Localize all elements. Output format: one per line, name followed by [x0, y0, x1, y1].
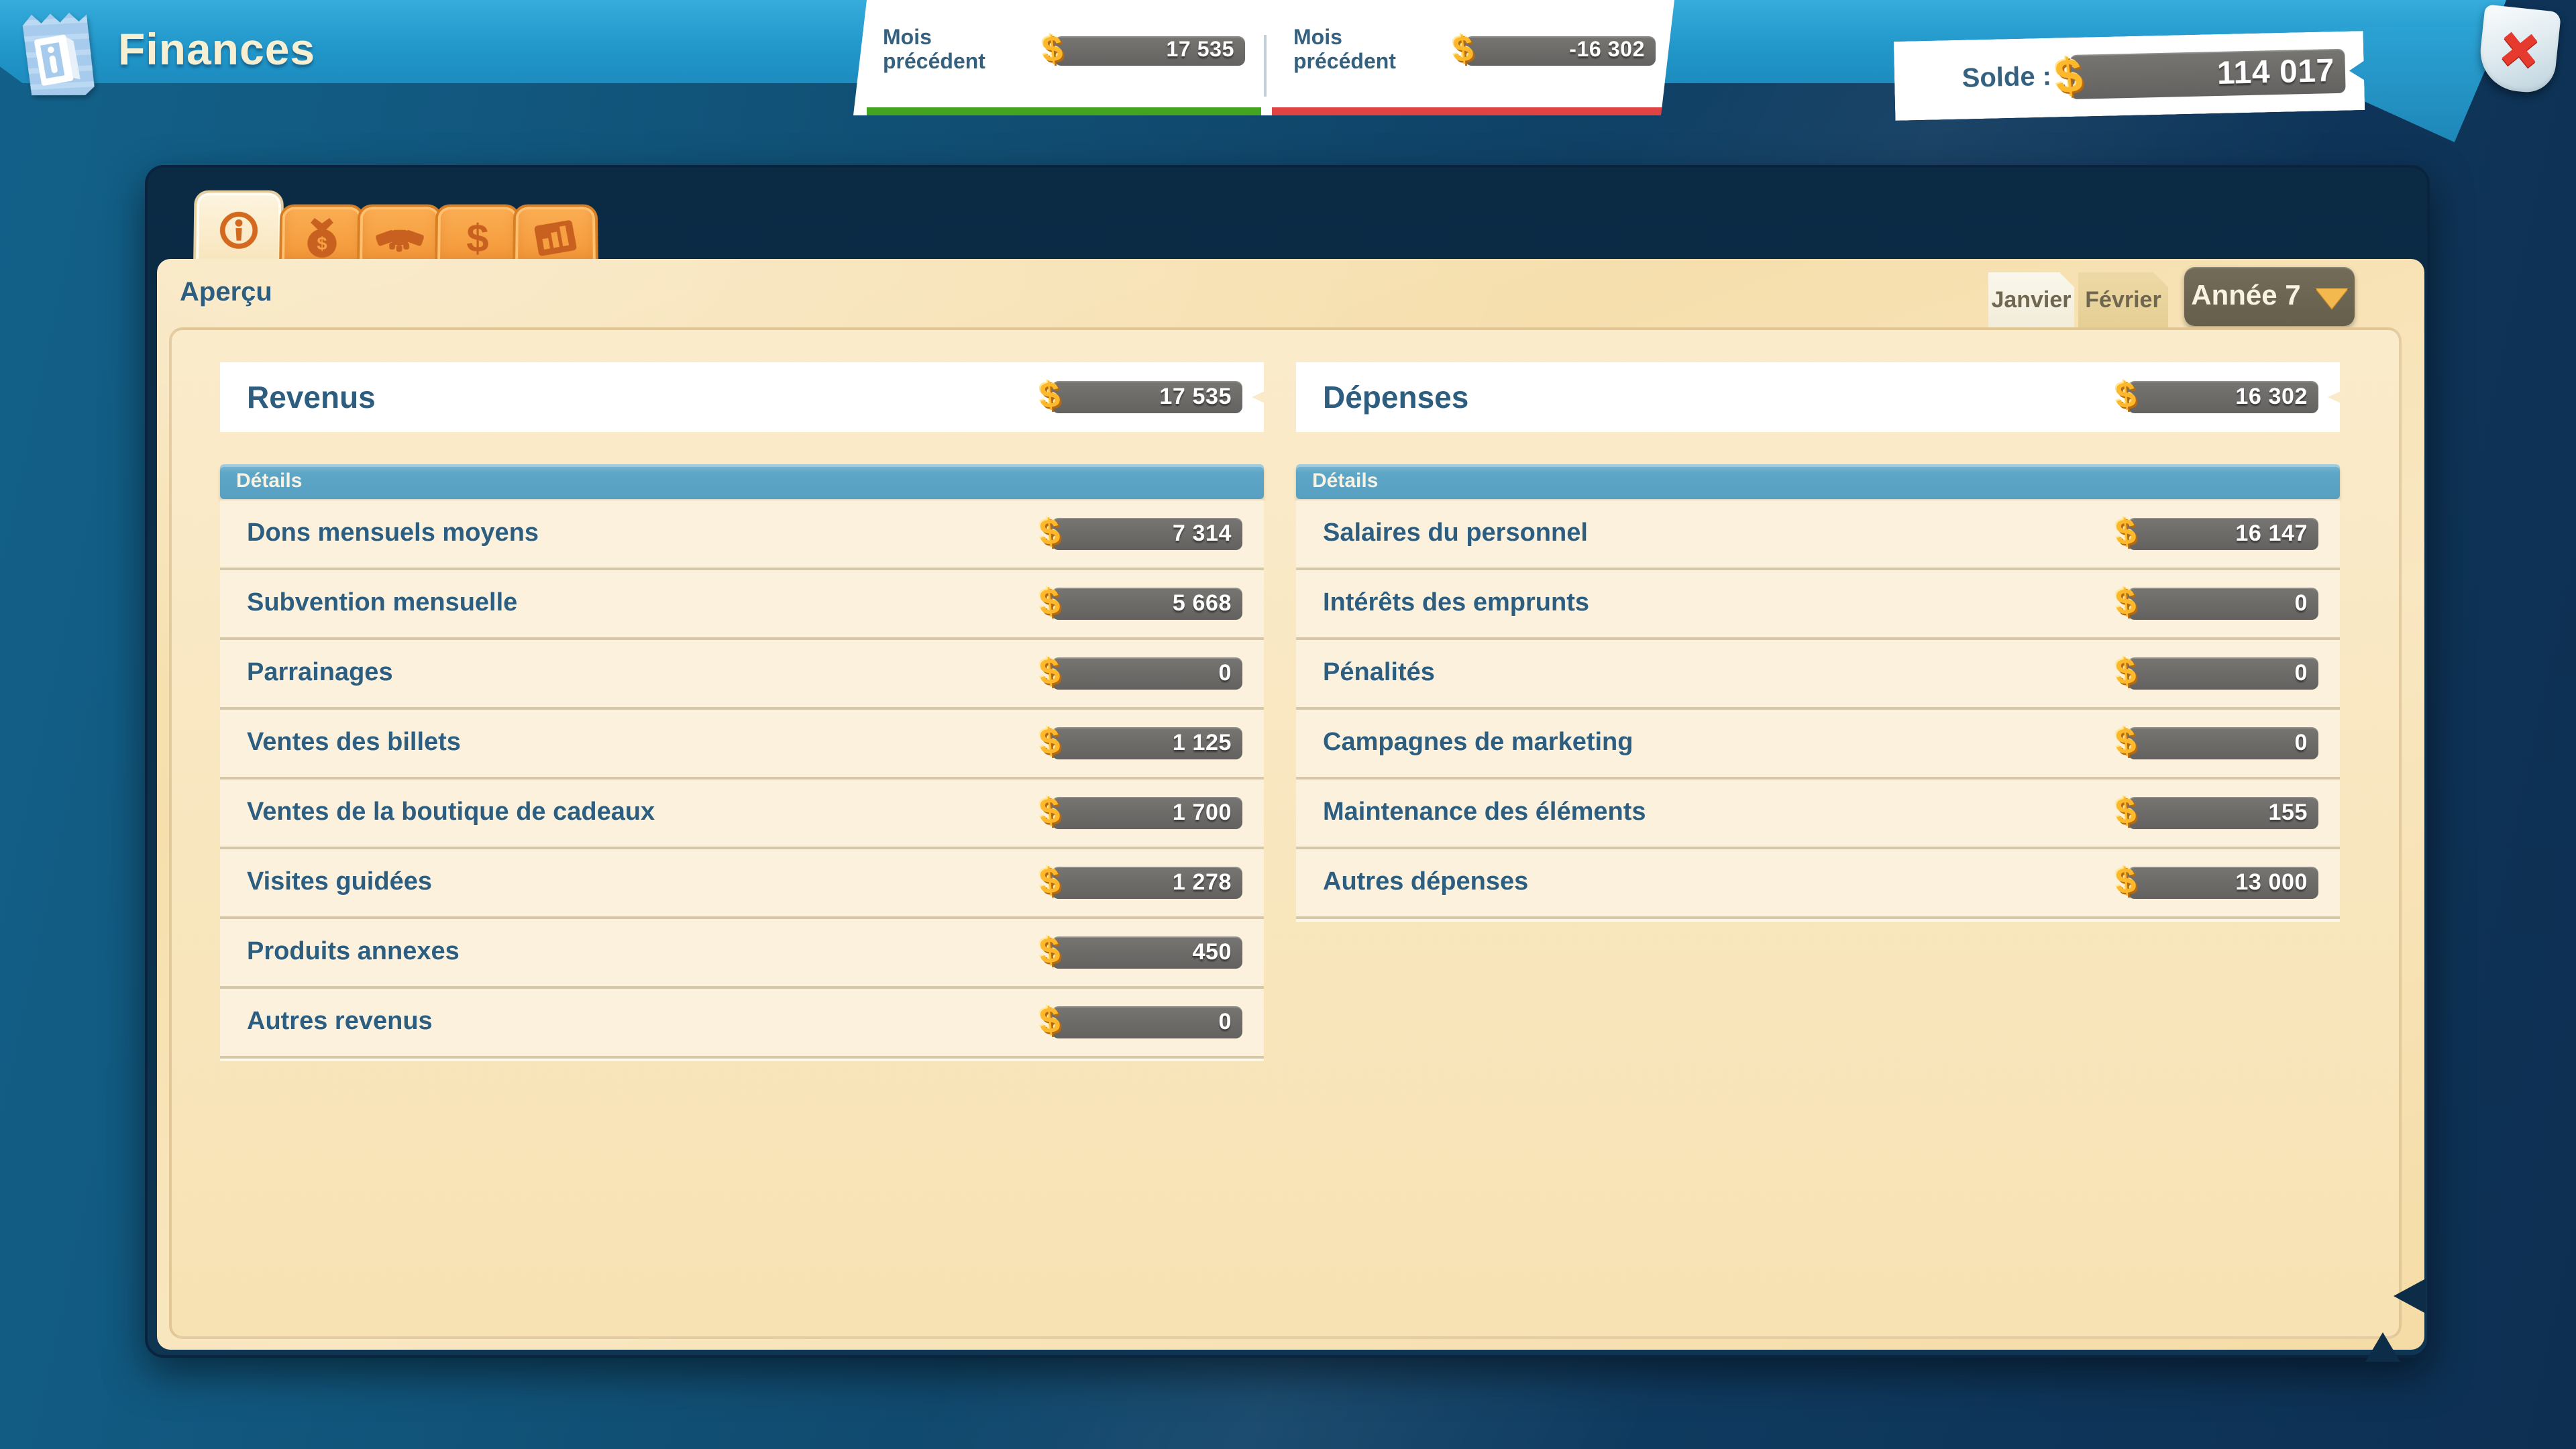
- table-row: Parrainages $0: [220, 640, 1264, 710]
- income-details-header: Détails: [220, 464, 1264, 499]
- table-row: Autres revenus $0: [220, 989, 1264, 1059]
- prev-month-income-amount: $ 17 535: [1055, 36, 1245, 66]
- income-indicator-bar: [867, 107, 1261, 115]
- dollar-icon: $: [2053, 50, 2085, 101]
- table-row: Campagnes de marketing $0: [1296, 710, 2340, 780]
- amount-pill: $5 668: [1052, 588, 1242, 620]
- amount-pill: $13 000: [2128, 867, 2318, 899]
- top-bar-ribbon-end: [2340, 27, 2504, 142]
- dollar-icon: $: [458, 215, 498, 260]
- table-row: Maintenance des éléments $155: [1296, 780, 2340, 849]
- prev-month-income-label: Mois précédent: [883, 27, 985, 75]
- dollar-icon: $: [2114, 514, 2138, 551]
- expense-total-card: Dépenses $ 16 302: [1296, 362, 2340, 432]
- amount-pill: $0: [2128, 727, 2318, 759]
- amount-pill: $155: [2128, 797, 2318, 829]
- svg-text:$: $: [317, 232, 327, 253]
- income-title: Revenus: [220, 379, 376, 415]
- dollar-icon: $: [2114, 793, 2138, 830]
- expense-title: Dépenses: [1296, 379, 1468, 415]
- money-bag-icon: $: [299, 215, 345, 260]
- dollar-icon: $: [1038, 793, 1062, 830]
- dollar-icon: $: [1038, 863, 1062, 900]
- prev-month-expense-amount: $ -16 302: [1465, 36, 1656, 66]
- expense-total-amount: $ 16 302: [2128, 381, 2318, 413]
- dollar-icon: $: [1038, 377, 1062, 415]
- amount-pill: $0: [2128, 588, 2318, 620]
- table-row: Produits annexes $450: [220, 919, 1264, 989]
- table-row: Pénalités $0: [1296, 640, 2340, 710]
- year-dropdown-label: Année 7: [2191, 280, 2300, 313]
- resize-handle-right[interactable]: [2394, 1279, 2426, 1313]
- dollar-icon: $: [2114, 584, 2138, 621]
- finances-ticket-icon: [14, 6, 99, 101]
- expense-details-header: Détails: [1296, 464, 2340, 499]
- table-row: Dons mensuels moyens $7 314: [220, 499, 1264, 570]
- screen: Finances Mois précédent $ 17 535 Mois pr…: [0, 0, 2576, 1449]
- year-dropdown[interactable]: Année 7: [2184, 267, 2355, 326]
- info-icon: [217, 209, 260, 251]
- overview-panel: Aperçu Janvier Février Année 7 Revenus $…: [157, 259, 2424, 1350]
- close-icon: [2489, 20, 2548, 79]
- income-total-amount: $ 17 535: [1052, 381, 1242, 413]
- table-row: Salaires du personnel $16 147: [1296, 499, 2340, 570]
- table-row: Ventes des billets $1 125: [220, 710, 1264, 780]
- resize-handle-bottom[interactable]: [2365, 1332, 2400, 1362]
- divider: [1264, 35, 1267, 97]
- section-title: Aperçu: [180, 278, 272, 309]
- dollar-icon: $: [1038, 514, 1062, 551]
- amount-pill: $450: [1052, 936, 1242, 969]
- handshake-icon: [376, 218, 424, 257]
- dollar-icon: $: [1038, 584, 1062, 621]
- dollar-icon: $: [2114, 653, 2138, 691]
- close-button[interactable]: [2477, 4, 2561, 95]
- income-total-card: Revenus $ 17 535: [220, 362, 1264, 432]
- amount-pill: $1 700: [1052, 797, 1242, 829]
- month-button-fevrier[interactable]: Février: [2078, 272, 2168, 327]
- previous-month-summary: Mois précédent $ 17 535 Mois précédent $…: [853, 0, 1674, 115]
- dollar-icon: $: [2114, 723, 2138, 761]
- amount-pill: $1 278: [1052, 867, 1242, 899]
- dollar-icon: $: [1038, 1002, 1062, 1040]
- table-row: Subvention mensuelle $5 668: [220, 570, 1264, 640]
- amount-pill: $0: [1052, 1006, 1242, 1038]
- balance-label: Solde :: [1962, 62, 2051, 95]
- amount-pill: $0: [2128, 657, 2318, 690]
- balance-amount: $ 114 017: [2070, 49, 2345, 99]
- page-title: Finances: [118, 24, 315, 83]
- prev-month-income: Mois précédent $ 17 535: [853, 0, 1264, 115]
- table-row: Intérêts des emprunts $0: [1296, 570, 2340, 640]
- month-button-janvier[interactable]: Janvier: [1988, 272, 2074, 327]
- page-title-group: Finances: [16, 8, 315, 99]
- bar-chart-icon: [531, 217, 580, 258]
- amount-pill: $16 147: [2128, 518, 2318, 550]
- prev-month-expense: Mois précédent $ -16 302: [1264, 0, 1674, 115]
- dollar-icon: $: [1038, 653, 1062, 691]
- chevron-down-icon: [2316, 288, 2348, 309]
- income-rows: Dons mensuels moyens $7 314 Subvention m…: [220, 499, 1264, 1059]
- dollar-icon: $: [1038, 723, 1062, 761]
- dollar-icon: $: [1452, 31, 1475, 68]
- dollar-icon: $: [1038, 932, 1062, 970]
- amount-pill: $7 314: [1052, 518, 1242, 550]
- balance-banner: Solde : $ 114 017: [1894, 31, 2365, 121]
- amount-pill: $1 125: [1052, 727, 1242, 759]
- expense-indicator-bar: [1272, 107, 1664, 115]
- dollar-icon: $: [2114, 377, 2138, 415]
- amount-pill: $0: [1052, 657, 1242, 690]
- table-row: Autres dépenses $13 000: [1296, 849, 2340, 919]
- expense-rows: Salaires du personnel $16 147 Intérêts d…: [1296, 499, 2340, 919]
- tab-overview[interactable]: [196, 193, 282, 268]
- svg-text:$: $: [466, 215, 489, 260]
- dollar-icon: $: [2114, 863, 2138, 900]
- details-container: Revenus $ 17 535 Détails Dons mensuels m…: [169, 327, 2402, 1339]
- prev-month-expense-label: Mois précédent: [1293, 27, 1396, 75]
- table-row: Ventes de la boutique de cadeaux $1 700: [220, 780, 1264, 849]
- finances-window: $ $: [145, 165, 2430, 1358]
- table-row: Visites guidées $1 278: [220, 849, 1264, 919]
- dollar-icon: $: [1041, 31, 1065, 68]
